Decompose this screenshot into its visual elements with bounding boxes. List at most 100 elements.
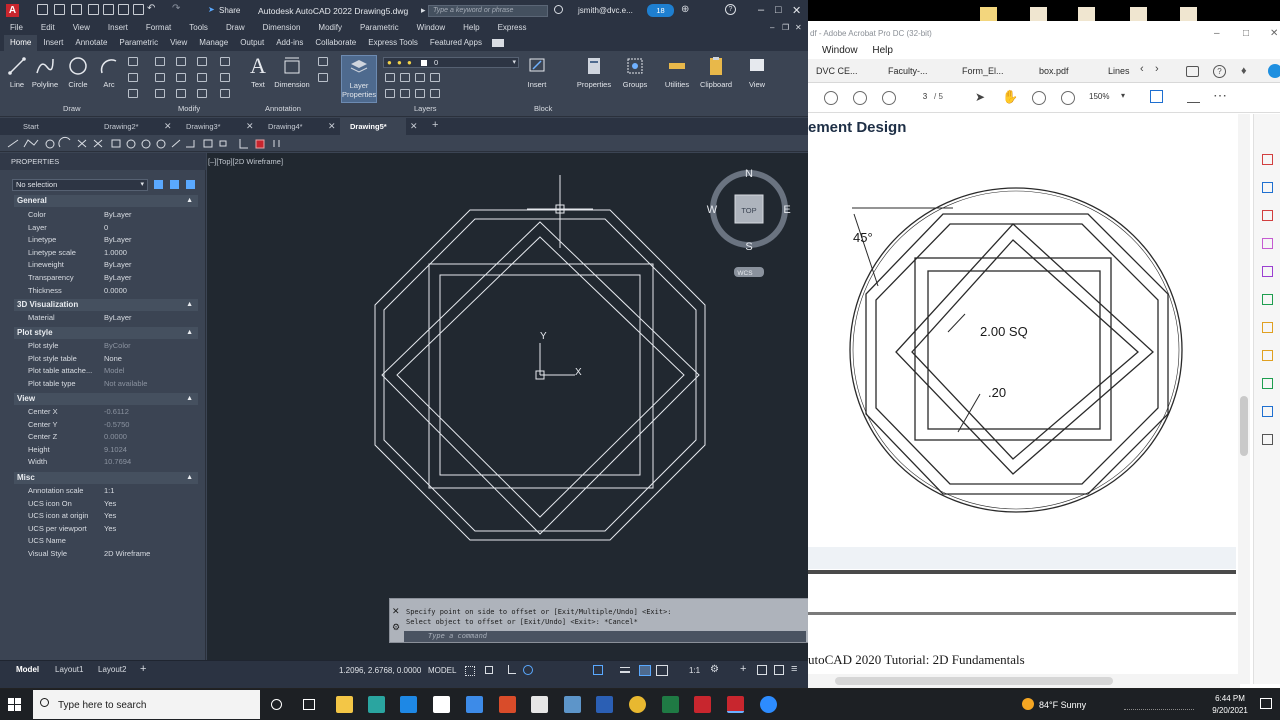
- property-value[interactable]: 0.0000: [104, 431, 127, 443]
- menu-dimension[interactable]: Dimension: [253, 21, 309, 35]
- fit-page-icon[interactable]: [1150, 90, 1163, 103]
- menu-draw[interactable]: Draw: [216, 21, 253, 35]
- property-value[interactable]: None: [104, 353, 122, 365]
- tab-parametric[interactable]: Parametric: [113, 35, 164, 51]
- layer-tool-7-icon[interactable]: [415, 89, 425, 98]
- annotation-group-label[interactable]: Annotation: [265, 104, 301, 113]
- property-row-view[interactable]: Center X -0.6112: [14, 406, 198, 418]
- property-value[interactable]: 9.1024: [104, 444, 127, 456]
- layer-dropdown[interactable]: ● ● ● 0 ▾: [383, 57, 519, 68]
- help-icon[interactable]: ?: [1213, 65, 1226, 78]
- property-value[interactable]: 1:1: [104, 485, 114, 497]
- tab-home[interactable]: Home: [4, 35, 38, 51]
- circle-tool-button[interactable]: Circle: [63, 55, 93, 89]
- properties-button[interactable]: Properties: [575, 55, 613, 89]
- property-value[interactable]: Model: [104, 365, 124, 377]
- layer-properties-button[interactable]: Layer Properties: [341, 55, 377, 103]
- tab-layout1[interactable]: Layout1: [55, 665, 83, 674]
- property-row-misc[interactable]: UCS Name: [14, 535, 198, 547]
- compass-south[interactable]: S: [745, 241, 752, 253]
- auto-scale-icon[interactable]: [656, 665, 668, 676]
- property-value[interactable]: Yes: [104, 523, 116, 535]
- doc-tab-drawing3[interactable]: Drawing3*: [183, 118, 221, 135]
- dropbox-icon[interactable]: [466, 696, 483, 713]
- table-icon[interactable]: [318, 73, 328, 82]
- viewcube-top-face[interactable]: TOP: [741, 206, 756, 215]
- property-row-general[interactable]: Linetype scale 1.0000: [14, 247, 198, 259]
- tool-redact-icon[interactable]: [1262, 322, 1273, 333]
- menu-help[interactable]: Help: [453, 21, 487, 35]
- notepad-icon[interactable]: [531, 696, 548, 713]
- acrobat-tab-faculty[interactable]: Faculty-...: [888, 59, 928, 83]
- property-value[interactable]: 10.7694: [104, 456, 131, 468]
- lineweight-icon[interactable]: [620, 667, 630, 673]
- close-tab-icon[interactable]: ✕: [410, 121, 418, 132]
- new-file-icon[interactable]: [37, 4, 48, 15]
- cortana-icon[interactable]: [271, 699, 282, 710]
- property-row-misc[interactable]: UCS icon at origin Yes: [14, 510, 198, 522]
- property-value[interactable]: ByLayer: [104, 312, 132, 324]
- desktop-file-icon[interactable]: [1180, 7, 1197, 21]
- tab-output[interactable]: Output: [234, 35, 270, 51]
- clock-date[interactable]: 9/20/2021: [1205, 706, 1255, 715]
- tab-view[interactable]: View: [164, 35, 193, 51]
- quick-select-icon[interactable]: [186, 180, 195, 189]
- property-value[interactable]: Yes: [104, 510, 116, 522]
- mirror-icon[interactable]: [155, 73, 165, 82]
- share-button[interactable]: Share: [219, 6, 240, 15]
- zoom-app-icon[interactable]: [760, 696, 777, 713]
- tool-create-pdf-icon[interactable]: [1262, 182, 1273, 193]
- layer-tool-8-icon[interactable]: [430, 89, 440, 98]
- weather-widget[interactable]: 84°F Sunny: [1039, 700, 1086, 710]
- cart-icon[interactable]: ⊕: [681, 4, 689, 15]
- menu-parametric[interactable]: Parametric: [350, 21, 407, 35]
- remote-desktop-icon[interactable]: [400, 696, 417, 713]
- menu-format[interactable]: Format: [136, 21, 179, 35]
- notifications-bell-icon[interactable]: ♦: [1241, 65, 1247, 77]
- property-row-plot[interactable]: Plot style ByColor: [14, 340, 198, 352]
- property-value[interactable]: ByLayer: [104, 272, 132, 284]
- wcs-menu[interactable]: WCS: [737, 270, 753, 277]
- model-space-toggle[interactable]: MODEL: [428, 666, 456, 675]
- desktop-folder-icon[interactable]: [980, 7, 997, 21]
- menu-edit[interactable]: Edit: [31, 21, 63, 35]
- clipboard-button[interactable]: Clipboard: [698, 55, 734, 89]
- property-row-plot[interactable]: Plot table type Not available: [14, 378, 198, 390]
- property-value[interactable]: ByLayer: [104, 259, 132, 271]
- tool-edit-pdf-icon[interactable]: [1262, 210, 1273, 221]
- isolate-icon[interactable]: [757, 665, 767, 675]
- select-cursor-icon[interactable]: ➤: [975, 90, 985, 104]
- stretch-icon[interactable]: [128, 89, 138, 98]
- snap-icon[interactable]: [485, 666, 493, 674]
- close-tab-icon[interactable]: ✕: [246, 121, 254, 132]
- draw-tool-icons[interactable]: [0, 135, 290, 152]
- word-icon[interactable]: [596, 696, 613, 713]
- grid-icon[interactable]: [465, 666, 475, 676]
- doc-close-button[interactable]: ✕: [795, 21, 802, 35]
- property-value[interactable]: 2D Wireframe: [104, 548, 150, 560]
- close-command-icon[interactable]: ✕: [392, 606, 400, 617]
- weather-sun-icon[interactable]: [1022, 698, 1034, 710]
- zoom-search-icon[interactable]: [824, 91, 838, 105]
- page-number-input[interactable]: 3: [918, 92, 932, 101]
- tab-model[interactable]: Model: [16, 665, 39, 674]
- menu-view[interactable]: View: [63, 21, 98, 35]
- close-tab-icon[interactable]: ✕: [328, 121, 336, 132]
- doc-restore-button[interactable]: ❐: [782, 21, 789, 35]
- layer-tool-5-icon[interactable]: [385, 89, 395, 98]
- menu-modify[interactable]: Modify: [308, 21, 350, 35]
- property-row-view[interactable]: Width 10.7694: [14, 456, 198, 468]
- dimension-tool-button[interactable]: Dimension: [272, 55, 312, 89]
- insert-block-button[interactable]: Insert: [522, 55, 552, 89]
- acrobat-tab-form[interactable]: Form_El...: [962, 59, 1004, 83]
- autodesk-app-icon[interactable]: [368, 696, 385, 713]
- menu-insert[interactable]: Insert: [98, 21, 136, 35]
- select-objects-icon[interactable]: [170, 180, 179, 189]
- property-value[interactable]: ByLayer: [104, 234, 132, 246]
- acrobat-tab-lines[interactable]: Lines: [1108, 59, 1130, 83]
- layer-tool-3-icon[interactable]: [415, 73, 425, 82]
- new-tab-icon[interactable]: +: [432, 119, 438, 131]
- tab-add-ins[interactable]: Add-ins: [270, 35, 309, 51]
- tool-compress-icon[interactable]: [1262, 378, 1273, 389]
- close-tab-icon[interactable]: ✕: [164, 121, 172, 132]
